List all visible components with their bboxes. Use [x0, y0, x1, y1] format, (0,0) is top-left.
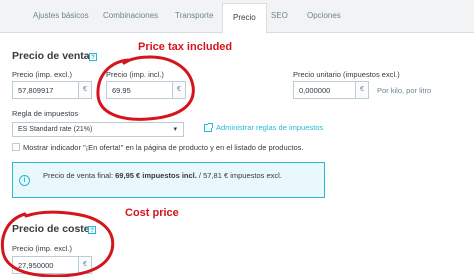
on-sale-label: Mostrar indicador "¡En oferta!" en la pá… [23, 143, 304, 152]
price-incl-value: 69.95 [112, 86, 131, 95]
price-excl-label: Precio (imp. excl.) [12, 70, 73, 79]
tab-precio[interactable]: Precio [222, 3, 267, 34]
unit-price-label: Precio unitario (impuestos excl.) [293, 70, 400, 79]
help-icon[interactable]: ? [88, 226, 96, 234]
summary-incl: 69,95 € impuestos incl. [115, 171, 197, 180]
sale-price-title: Precio de venta [12, 50, 90, 62]
external-link-icon [204, 123, 213, 132]
price-excl-value: 57,809917 [18, 86, 54, 95]
price-excl-input[interactable]: 57,809917 € [12, 81, 92, 99]
tax-rule-select[interactable]: ES Standard rate (21%) ▾ [12, 122, 184, 137]
tab-combinaciones[interactable]: Combinaciones [103, 11, 158, 20]
manage-tax-rules-link[interactable]: Administrar reglas de impuestos [216, 123, 323, 132]
final-price-info-box: i Precio de venta final: 69,95 € impuest… [12, 162, 325, 198]
annotation-overlay [0, 55, 195, 277]
price-incl-input[interactable]: 69.95 € [106, 81, 186, 99]
currency-addon: € [172, 82, 185, 98]
summary-suffix: / 57,81 € impuestos excl. [196, 171, 282, 180]
tax-rule-value: ES Standard rate (21%) [18, 126, 93, 133]
tab-transporte[interactable]: Transporte [175, 11, 213, 20]
unit-price-input[interactable]: 0,000000 € [293, 81, 369, 99]
cost-price-input[interactable]: 27,950000 € [12, 256, 92, 274]
cost-price-title: Precio de coste [12, 223, 90, 235]
price-incl-label: Precio (imp. incl.) [106, 70, 164, 79]
currency-addon: € [355, 82, 368, 98]
tax-rule-label: Regla de impuestos [12, 109, 79, 118]
currency-addon: € [78, 82, 91, 98]
info-icon: i [19, 175, 30, 186]
cost-price-label: Precio (imp. excl.) [12, 244, 73, 253]
on-sale-checkbox[interactable] [12, 143, 20, 151]
unit-price-suffix: Por kilo, por litro [377, 86, 432, 95]
chevron-down-icon: ▾ [173, 126, 177, 133]
currency-addon: € [78, 257, 91, 273]
tab-bar: Ajustes básicos Combinaciones Transporte… [0, 0, 474, 34]
cost-price-value: 27,950000 [18, 261, 54, 270]
tab-ajustes-basicos[interactable]: Ajustes básicos [33, 11, 89, 20]
tab-seo[interactable]: SEO [271, 11, 288, 20]
tab-opciones[interactable]: Opciones [307, 11, 341, 20]
summary-prefix: Precio de venta final: [43, 171, 116, 180]
help-icon[interactable]: ? [89, 53, 97, 61]
annotation-cost-price: Cost price [125, 207, 179, 219]
annotation-price-tax-included: Price tax included [138, 41, 233, 53]
unit-price-value: 0,000000 [299, 86, 331, 95]
final-price-summary: Precio de venta final: 69,95 € impuestos… [43, 170, 313, 181]
